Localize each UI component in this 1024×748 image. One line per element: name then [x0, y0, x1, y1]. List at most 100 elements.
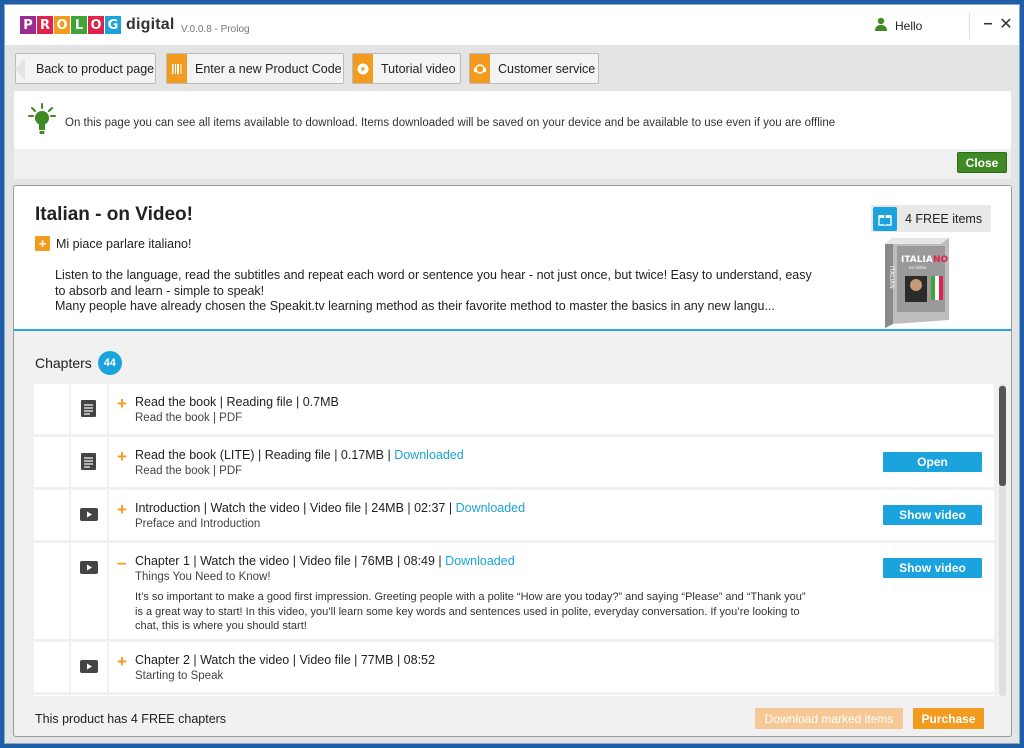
downloaded-status: Downloaded	[445, 554, 515, 568]
chapter-title-text: Chapter 2 | Watch the video | Video file…	[135, 653, 435, 667]
chapter-subtitle: Preface and Introduction	[135, 518, 261, 530]
show-video-button[interactable]: Show video	[883, 558, 982, 578]
chapter-title-text: Read the book | Reading file | 0.7MB	[135, 395, 339, 409]
scrollbar-thumb[interactable]	[999, 386, 1006, 486]
close-info-button[interactable]: Close	[957, 152, 1007, 173]
logo-word: digital	[126, 16, 175, 33]
customer-service-button[interactable]: Customer service	[469, 53, 599, 84]
chapter-description: It’s so important to make a good first i…	[135, 591, 806, 632]
chapter-list[interactable]: + Read the book | Reading file | 0.7MB R…	[34, 384, 994, 696]
product-header: Italian - on Video! + Mi piace parlare i…	[14, 186, 1011, 331]
show-video-button[interactable]: Show video	[883, 505, 982, 525]
row-select-cell[interactable]	[34, 490, 69, 540]
document-icon	[81, 453, 96, 473]
divider	[969, 13, 970, 39]
chapters-count-badge: 44	[97, 351, 122, 375]
toolbar: Back to product page Enter a new Product…	[5, 45, 1019, 91]
row-content-cell: + Read the book (LITE) | Reading file | …	[109, 437, 994, 487]
logo-letter: O	[88, 16, 104, 34]
chapters-label: Chapters	[35, 355, 92, 371]
chapter-title: Read the book (LITE) | Reading file | 0.…	[135, 448, 464, 462]
chapter-title-text: Read the book (LITE) | Reading file | 0.…	[135, 448, 391, 462]
logo-letter: O	[54, 16, 70, 34]
free-items-badge[interactable]: 4 FREE items	[871, 205, 991, 232]
app-version: V.0.0.8 - Prolog	[181, 24, 250, 35]
row-content-cell: + Read the book | Reading file | 0.7MB R…	[109, 384, 994, 434]
chapter-title: Introduction | Watch the video | Video f…	[135, 501, 525, 515]
video-icon	[80, 508, 98, 524]
row-type-cell	[71, 543, 107, 639]
product-panel: Italian - on Video! + Mi piace parlare i…	[13, 185, 1012, 737]
downloaded-status: Downloaded	[455, 501, 526, 515]
expand-toggle[interactable]: +	[117, 652, 129, 672]
row-select-cell[interactable]	[34, 437, 69, 487]
expand-plus-icon[interactable]: +	[35, 236, 50, 251]
close-window-button[interactable]: ✕	[997, 13, 1015, 35]
chapter-row[interactable]: – Chapter 1 | Watch the video | Video fi…	[34, 543, 994, 639]
chapter-subtitle: Read the book | PDF	[135, 412, 243, 424]
back-button-label: Back to product page	[36, 61, 155, 76]
expand-toggle[interactable]: +	[117, 500, 129, 520]
svg-text:NO: NO	[933, 255, 949, 265]
info-text: On this page you can see all items avail…	[65, 117, 836, 129]
chapter-row[interactable]: + Read the book | Reading file | 0.7MB R…	[34, 384, 994, 434]
info-close-row: Close	[14, 149, 1011, 179]
row-content-cell: + Chapter 2 | Watch the video | Video fi…	[109, 642, 994, 692]
product-subtitle-row[interactable]: + Mi piace parlare italiano!	[35, 236, 192, 251]
download-marked-button[interactable]: Download marked items	[755, 708, 903, 729]
chapter-title-text: Introduction | Watch the video | Video f…	[135, 501, 453, 515]
chapter-title-text: Chapter 1 | Watch the video | Video file…	[135, 554, 442, 568]
product-title: Italian - on Video!	[35, 204, 193, 225]
prolog-logo: P R O L O G digital	[20, 16, 175, 34]
chapter-title: Chapter 2 | Watch the video | Video file…	[135, 653, 435, 667]
purchase-button[interactable]: Purchase	[913, 708, 984, 729]
customer-service-label: Customer service	[498, 61, 596, 76]
logo-letter: R	[37, 16, 53, 34]
chapters-header: Chapters 44	[35, 351, 122, 375]
chapter-title: Chapter 1 | Watch the video | Video file…	[135, 554, 515, 568]
user-menu[interactable]: Hello	[875, 17, 922, 34]
video-icon	[80, 660, 98, 676]
tutorial-video-button[interactable]: Tutorial video	[352, 53, 461, 84]
free-items-label: 4 FREE items	[905, 211, 983, 226]
collapse-toggle[interactable]: –	[117, 553, 129, 573]
row-type-cell	[71, 437, 107, 487]
free-chapters-text: This product has 4 FREE chapters	[35, 712, 227, 726]
title-bar: P R O L O G digital V.0.0.8 - Prolog Hel…	[5, 5, 1019, 45]
chapter-row[interactable]: + Introduction | Watch the video | Video…	[34, 490, 994, 540]
row-type-cell	[71, 384, 107, 434]
tutorial-label: Tutorial video	[381, 61, 456, 76]
minimize-button[interactable]: –	[979, 13, 997, 35]
back-to-product-button[interactable]: Back to product page	[15, 53, 156, 84]
row-select-cell[interactable]	[34, 642, 69, 692]
barcode-icon	[167, 54, 187, 83]
row-select-cell[interactable]	[34, 543, 69, 639]
product-description: Listen to the language, read the subtitl…	[55, 268, 812, 313]
expand-toggle[interactable]: +	[117, 447, 129, 467]
product-box-image: ITALIA NO on Video ITALIAN	[879, 236, 951, 331]
downloaded-status: Downloaded	[394, 448, 464, 462]
chapter-row[interactable]	[34, 695, 994, 696]
open-button[interactable]: Open	[883, 452, 982, 472]
lightbulb-icon	[28, 103, 56, 140]
chapter-title: Read the book | Reading file | 0.7MB	[135, 395, 339, 409]
row-type-cell	[71, 490, 107, 540]
row-type-cell	[71, 695, 107, 696]
user-greeting: Hello	[895, 18, 923, 33]
chapter-subtitle: Starting to Speak	[135, 670, 224, 682]
row-select-cell[interactable]	[34, 695, 69, 696]
expand-toggle[interactable]: +	[117, 394, 129, 414]
svg-text:ITALIAN: ITALIAN	[888, 266, 895, 289]
chapter-row[interactable]: + Read the book (LITE) | Reading file | …	[34, 437, 994, 487]
enter-product-code-button[interactable]: Enter a new Product Code	[166, 53, 344, 84]
user-icon	[875, 17, 887, 34]
chapter-subtitle: Read the book | PDF	[135, 465, 243, 477]
svg-text:on Video: on Video	[909, 265, 927, 270]
document-icon	[81, 400, 96, 420]
logo-letter: G	[105, 16, 121, 34]
play-icon	[353, 54, 373, 83]
chapter-list-scrollbar[interactable]	[999, 384, 1006, 696]
row-select-cell[interactable]	[34, 384, 69, 434]
chapter-row[interactable]: + Chapter 2 | Watch the video | Video fi…	[34, 642, 994, 692]
product-code-label: Enter a new Product Code	[195, 61, 342, 76]
